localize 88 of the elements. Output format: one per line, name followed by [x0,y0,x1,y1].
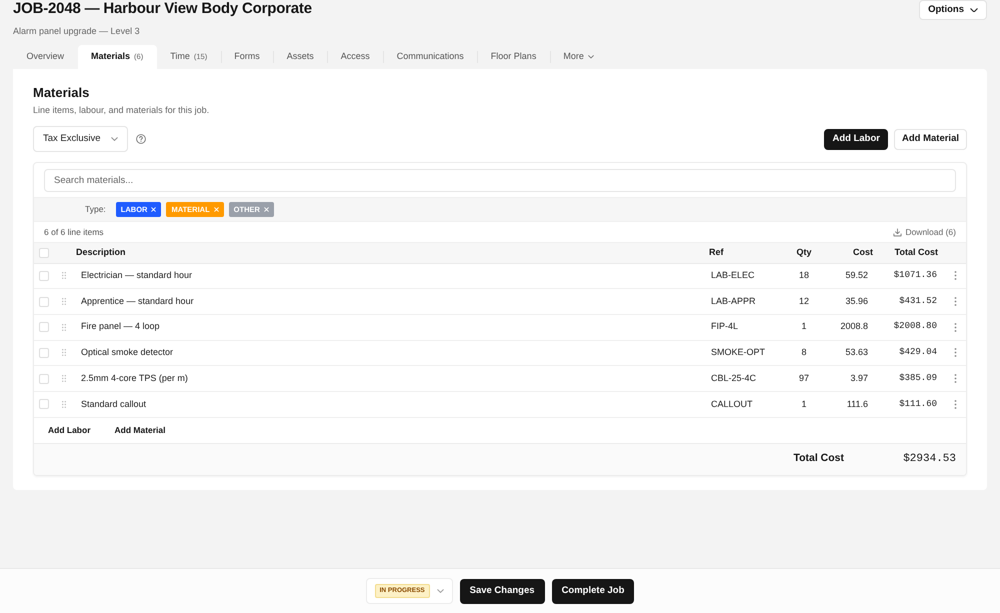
table-cell: 3.97 [824,366,879,392]
table-cell: 2008.8 [824,314,879,340]
vertical-dots-icon[interactable] [954,348,956,358]
caret-icon [436,588,444,594]
table-cell: 1 [784,314,824,340]
drag-handle-icon[interactable] [62,298,66,306]
table-cell: LAB-APPR [703,288,784,314]
total-value: $2934.53 [902,452,956,467]
vertical-dots-icon[interactable] [954,400,956,409]
drag-handle-icon[interactable] [62,400,66,408]
tab[interactable]: More [550,45,608,69]
column-header: Qty [796,247,812,257]
table-cell: 53.63 [824,340,879,366]
page-subtitle: Alarm panel upgrade — Level 3 [13,25,141,37]
section-title: Materials [33,85,90,101]
close-icon[interactable] [214,207,219,212]
table-cell: 35.96 [824,288,879,314]
table-cell: Fire panel — 4 loop [71,314,703,340]
caret-icon [588,55,594,59]
drag-handle-icon[interactable] [62,375,66,382]
footer-button[interactable]: Complete Job [552,578,634,604]
row-checkbox[interactable] [39,296,49,307]
close-icon[interactable] [151,207,156,212]
column-header: Ref [709,247,724,257]
line-item-count: 6 of 6 line items [44,226,104,238]
table-cell: $1071.36 [879,263,944,289]
table-cell: 97 [784,366,824,392]
table-cell: LAB-ELEC [703,263,784,289]
table-cell: $429.04 [879,340,944,366]
table-cell: $431.52 [879,288,944,314]
table-cell: Electrician — standard hour [71,263,703,289]
table-cell: CALLOUT [703,391,784,418]
table-cell: 18 [784,263,824,289]
drag-handle-icon[interactable] [62,324,66,331]
tab[interactable]: Overview [13,45,78,69]
table-cell: Optical smoke detector [71,340,703,366]
table-cell: FIP-4L [703,314,784,340]
footer-button[interactable]: Save Changes [460,578,545,604]
caret-icon [110,136,118,142]
help-icon[interactable] [136,134,146,144]
tab[interactable]: Assets [273,45,328,69]
table-cell: Apprentice — standard hour [71,288,703,314]
tab[interactable]: Access [327,45,384,69]
column-header: Description [76,247,126,257]
table-cell: Standard callout [71,391,703,418]
select-all-checkbox[interactable] [39,248,49,258]
row-checkbox[interactable] [39,374,49,384]
tab[interactable]: Forms [220,45,274,69]
caret-icon [970,8,978,12]
drag-handle-icon[interactable] [62,349,66,356]
close-icon[interactable] [264,207,269,212]
page-title: JOB-2048 — Harbour View Body Corporate [13,0,312,18]
row-checkbox[interactable] [39,270,49,281]
column-header: Cost [853,247,873,257]
table-cell: 2.5mm 4-core TPS (per m) [71,366,703,392]
tab[interactable]: Floor Plans [477,45,550,69]
add-row-button[interactable]: Add Material [114,424,166,436]
row-checkbox[interactable] [39,322,49,332]
tab[interactable]: Communications [383,45,478,69]
vertical-dots-icon[interactable] [954,297,956,306]
table-cell: SMOKE-OPT [703,340,784,366]
table-cell: 12 [784,288,824,314]
add-row-button[interactable]: Add Labor [48,424,90,436]
vertical-dots-icon[interactable] [954,374,956,384]
vertical-dots-icon[interactable] [954,271,956,280]
search-field[interactable]: Search materials... [44,169,956,192]
options-button[interactable]: Options [919,0,987,20]
table-cell: $111.60 [879,391,944,418]
section-description: Line items, labour, and materials for this job. [33,104,210,116]
add-button[interactable]: Add Material [894,128,967,150]
row-checkbox[interactable] [39,348,49,358]
table-cell: 1 [784,391,824,418]
vertical-dots-icon[interactable] [954,322,956,332]
filter-label: Type: [85,203,106,216]
tax-select[interactable]: Tax Exclusive [33,126,128,152]
table-cell: $385.09 [879,366,944,392]
table-cell: 8 [784,340,824,366]
table-cell: 111.6 [824,391,879,418]
row-checkbox[interactable] [39,399,49,410]
drag-handle-icon[interactable] [62,272,66,280]
add-button[interactable]: Add Labor [824,128,888,150]
column-header: Total Cost [894,247,938,257]
download-link[interactable]: Download (6) [893,226,956,238]
table-cell: CBL-25-4C [703,366,784,392]
total-label: Total Cost [793,451,844,466]
table-cell: 59.52 [824,263,879,289]
download-icon [893,228,902,236]
table-cell: $2008.80 [879,314,944,340]
